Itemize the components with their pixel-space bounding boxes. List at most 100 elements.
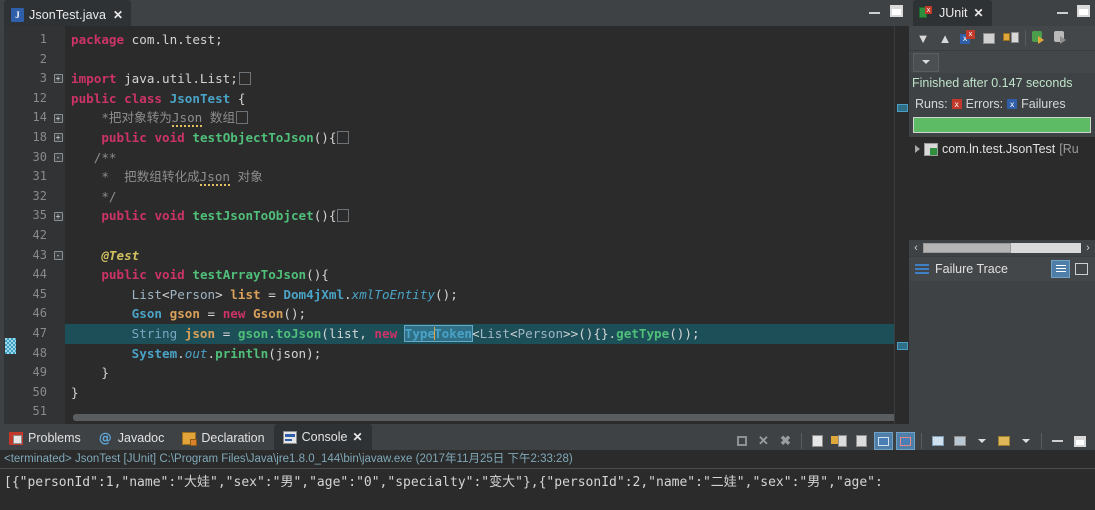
line-number: 35 [32, 208, 47, 223]
scrollbar-thumb[interactable] [923, 243, 1011, 253]
type-list: List [131, 286, 163, 302]
overview-marker[interactable] [897, 104, 908, 112]
method-println: println [215, 345, 269, 361]
folding-ruler[interactable]: + + + - + - [51, 26, 65, 424]
editor-horizontal-scrollbar[interactable] [65, 411, 894, 424]
source-code-text[interactable]: package com.ln.test; import java.util.Li… [65, 26, 894, 424]
test-tree-row[interactable]: com.ln.test.JsonTest [Ru [909, 140, 1095, 158]
show-failures-only-icon[interactable]: x x [957, 29, 977, 48]
keyword-public: public [101, 267, 147, 283]
minimize-icon[interactable] [1048, 432, 1067, 450]
close-icon[interactable]: ✕ [113, 9, 123, 21]
editor-marker-bar[interactable] [4, 26, 17, 424]
terminate-icon[interactable] [732, 432, 751, 450]
error-square-icon: x [951, 99, 962, 109]
code-viewer: 1 2 3 12 14 18 30 31 32 35 42 43 44 45 4… [4, 26, 909, 424]
method-gettype: getType [616, 325, 670, 341]
code-line-48: System.out.println(json); [131, 345, 322, 361]
keyword-package: package [71, 32, 125, 47]
remove-launch-icon[interactable]: ✕ [754, 432, 773, 450]
scroll-lock-icon[interactable] [830, 432, 849, 450]
junit-toolbar: ▼ ▲ x x [909, 26, 1095, 51]
minimize-icon[interactable] [869, 7, 880, 16]
code-line-49: } [65, 363, 894, 383]
editor-tab-jsontest[interactable]: J JsonTest.java ✕ [4, 0, 132, 28]
open-console-dropdown-icon[interactable] [1016, 432, 1035, 450]
tab-javadoc[interactable]: @ Javadoc [90, 426, 174, 450]
fold-expand-icon[interactable]: + [53, 74, 63, 84]
brace: } [101, 365, 109, 381]
code-line-18: public void testObjectToJson(){ [65, 128, 894, 148]
method-xmltoentity: xmlToEntity [351, 286, 436, 302]
scroll-lock-icon[interactable] [1001, 29, 1021, 48]
junit-icon: x [919, 6, 934, 20]
line-number: 3 [39, 71, 47, 86]
comment-open: /** [93, 149, 117, 165]
tab-console[interactable]: Console ✕ [273, 424, 372, 450]
junit-tab[interactable]: x JUnit ✕ [913, 0, 992, 26]
remove-all-terminated-icon[interactable]: ✖ [776, 432, 795, 450]
compare-result-icon[interactable] [1072, 260, 1091, 278]
problems-icon [9, 431, 23, 445]
stop-junit-icon[interactable] [979, 29, 999, 48]
fold-expand-icon[interactable]: + [53, 133, 63, 143]
scroll-right-icon[interactable]: › [1081, 242, 1095, 254]
code-line-1: package com.ln.test; [65, 30, 894, 50]
editor-window-controls [869, 5, 903, 17]
open-console-icon[interactable] [994, 432, 1013, 450]
close-icon[interactable]: ✕ [352, 431, 362, 443]
fold-expand-icon[interactable]: + [53, 113, 63, 123]
folded-region-icon[interactable] [337, 209, 350, 223]
overview-ruler[interactable] [894, 26, 909, 424]
keyword-void: void [154, 208, 185, 224]
fold-collapse-icon[interactable]: - [53, 152, 63, 162]
runs-label: Runs: [915, 97, 948, 111]
comment-text: *把对象转为 [101, 110, 172, 126]
junit-test-tree[interactable]: com.ln.test.JsonTest [Ru [909, 137, 1095, 240]
close-icon[interactable]: ✕ [973, 7, 983, 19]
keyword-public: public [101, 208, 147, 224]
import-name: java.util.List; [124, 71, 238, 87]
next-failure-icon[interactable]: ▼ [913, 29, 933, 48]
toolbar-separator [1025, 30, 1026, 46]
folded-region-icon[interactable] [238, 72, 251, 86]
scroll-left-icon[interactable]: ‹ [909, 242, 923, 254]
overview-marker[interactable] [897, 342, 908, 350]
scrollbar-thumb[interactable] [73, 414, 894, 421]
selected-token-typetoken[interactable]: TypeToken [403, 324, 474, 342]
tab-label: Console [301, 430, 348, 444]
tab-problems[interactable]: Problems [0, 426, 90, 450]
keyword-void: void [154, 129, 185, 145]
minimize-icon[interactable] [1057, 7, 1068, 16]
filter-stack-trace-icon[interactable] [1051, 260, 1070, 278]
folded-region-icon[interactable] [337, 130, 350, 144]
keyword-public: public [101, 129, 147, 145]
maximize-icon[interactable] [890, 5, 903, 17]
errors-label: Errors: [965, 97, 1004, 111]
chevron-right-icon[interactable] [915, 145, 920, 153]
tab-declaration[interactable]: Declaration [173, 426, 273, 450]
console-output-area[interactable]: <terminated> JsonTest [JUnit] C:\Program… [0, 450, 1095, 510]
keyword-public: public [71, 90, 117, 106]
view-menu-icon[interactable] [913, 52, 939, 72]
show-console-on-output-icon[interactable] [874, 432, 893, 450]
fold-expand-icon[interactable]: + [53, 211, 63, 221]
maximize-icon[interactable] [1070, 432, 1089, 450]
line-number: 49 [32, 365, 47, 380]
folded-region-icon[interactable] [236, 111, 249, 125]
clear-console-icon[interactable] [808, 432, 827, 450]
code-line-30: /** [65, 148, 894, 168]
display-selected-console-icon[interactable] [950, 432, 969, 450]
previous-failure-icon[interactable]: ▲ [935, 29, 955, 48]
word-wrap-icon[interactable] [852, 432, 871, 450]
maximize-icon[interactable] [1077, 5, 1090, 17]
junit-horizontal-scrollbar[interactable]: ‹ › [909, 240, 1095, 256]
display-selected-console-dropdown-icon[interactable] [972, 432, 991, 450]
show-console-on-error-icon[interactable] [896, 432, 915, 450]
rerun-failed-tests-icon[interactable] [1052, 29, 1072, 48]
junit-window-controls [1057, 5, 1090, 17]
comment-text: 对象 [237, 169, 263, 185]
pin-console-icon[interactable] [928, 432, 947, 450]
fold-collapse-icon[interactable]: - [53, 250, 63, 260]
rerun-test-icon[interactable] [1030, 29, 1050, 48]
